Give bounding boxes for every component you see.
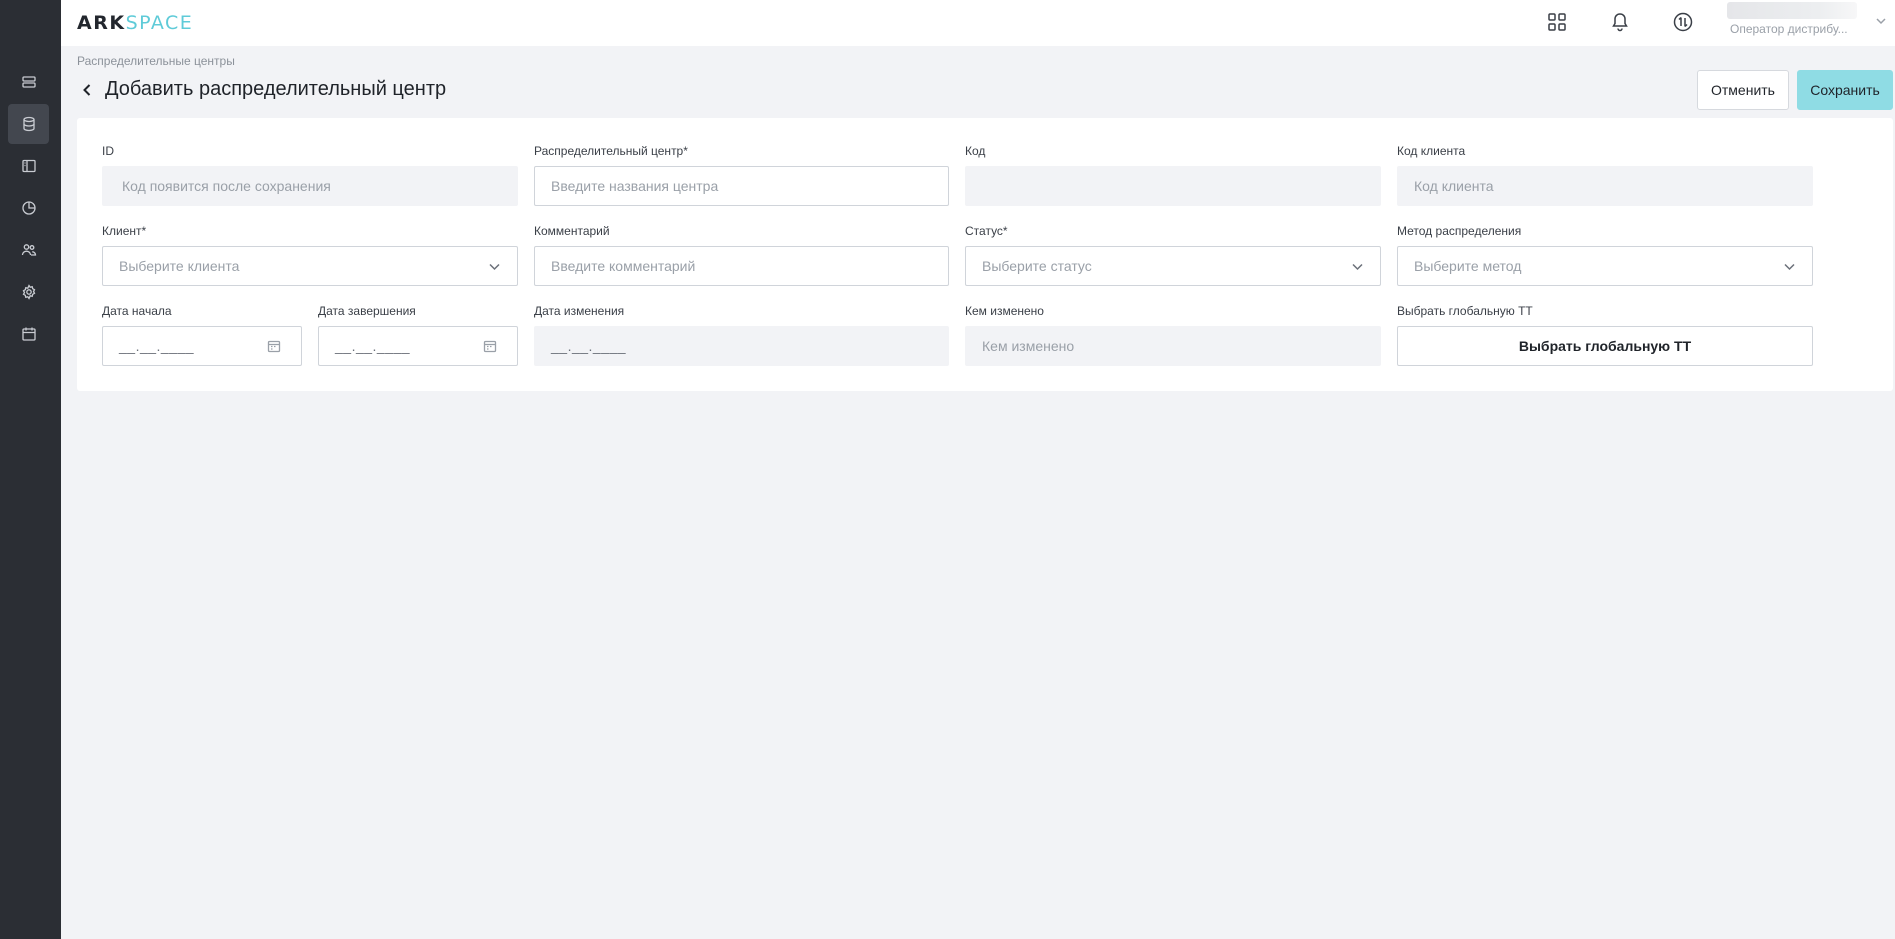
modified-by-field: Кем изменено [965,326,1381,366]
layout-icon [21,159,36,173]
save-button[interactable]: Сохранить [1797,70,1893,110]
modified-by-label: Кем изменено [965,304,1044,318]
apps-grid-icon [1548,13,1566,31]
notifications-button[interactable] [1608,10,1632,34]
code-label: Код [965,144,986,158]
app-logo[interactable]: ARKSPACE [77,12,193,34]
calendar-icon[interactable] [267,339,281,353]
user-menu-toggle[interactable] [1875,14,1887,32]
client-code-field: Код клиента [1397,166,1813,206]
calendar-icon[interactable] [483,339,497,353]
logo-space-text: SPACE [125,12,194,34]
database-icon [22,116,35,132]
sidebar-item-database[interactable] [8,104,49,144]
id-label: ID [102,144,114,158]
users-icon [21,244,36,256]
modified-date-mask: __.__.____ [551,338,627,354]
user-name [1727,2,1857,19]
bell-icon [1612,13,1628,32]
sidebar-item-settings[interactable] [8,272,49,312]
exchange-icon [1673,12,1693,32]
sidebar-item-list[interactable] [8,62,49,102]
status-select[interactable]: Выберите статус [965,246,1381,286]
center-name-input[interactable]: Введите названия центра [534,166,949,206]
client-code-label: Код клиента [1397,144,1466,158]
sidebar-item-users[interactable] [8,230,49,270]
global-tt-label: Выбрать глобальную ТТ [1397,304,1533,318]
status-placeholder: Выберите статус [982,258,1092,274]
calendar-icon [21,327,36,341]
chevron-down-icon [1876,18,1886,25]
modified-date-label: Дата изменения [534,304,625,318]
page-title: Добавить распределительный центр [105,78,447,100]
comment-input[interactable]: Введите комментарий [534,246,949,286]
select-global-tt-button[interactable]: Выбрать глобальную ТТ [1397,326,1813,366]
modified-date-field: __.__.____ [534,326,949,366]
back-button[interactable] [80,80,96,100]
exchange-button[interactable] [1671,10,1695,34]
cancel-button[interactable]: Отменить [1697,70,1789,110]
comment-label: Комментарий [534,224,610,238]
client-select[interactable]: Выберите клиента [102,246,518,286]
end-date-input[interactable]: __.__.____ [318,326,518,366]
client-label: Клиент* [102,224,147,238]
comment-placeholder: Введите комментарий [551,258,696,274]
client-placeholder: Выберите клиента [119,258,240,274]
end-date-label: Дата завершения [318,304,416,318]
start-date-input[interactable]: __.__.____ [102,326,302,366]
method-select[interactable]: Выберите метод [1397,246,1813,286]
center-label: Распределительный центр* [534,144,688,158]
user-role: Оператор дистрибу... [1730,22,1848,36]
logo-ark-text: ARK [77,12,126,34]
sidebar [0,0,61,939]
client-code-placeholder: Код клиента [1414,178,1494,194]
user-menu[interactable]: Оператор дистрибу... [1727,0,1895,46]
chevron-down-icon [1784,263,1795,271]
list-icon [21,76,36,88]
chevron-down-icon [489,263,500,271]
chevron-left-icon [83,84,91,96]
start-date-label: Дата начала [102,304,172,318]
status-label: Статус* [965,224,1008,238]
id-field: Код появится после сохранения [102,166,518,206]
top-bar: ARKSPACE Оператор дистрибу... [61,0,1895,46]
code-field [965,166,1381,206]
sidebar-item-layout[interactable] [8,146,49,186]
sidebar-item-reports[interactable] [8,188,49,228]
chevron-down-icon [1352,263,1363,271]
sidebar-item-calendar[interactable] [8,314,49,354]
method-label: Метод распределения [1397,224,1522,238]
chart-pie-icon [21,201,36,215]
form-card: ID Код появится после сохранения Распред… [77,118,1893,391]
method-placeholder: Выберите метод [1414,258,1522,274]
start-date-mask: __.__.____ [119,338,195,354]
end-date-mask: __.__.____ [335,338,411,354]
id-placeholder: Код появится после сохранения [122,178,331,194]
gear-icon [22,284,35,300]
center-name-placeholder: Введите названия центра [551,178,719,194]
modified-by-placeholder: Кем изменено [982,338,1075,354]
breadcrumb[interactable]: Распределительные центры [77,54,235,68]
apps-button[interactable] [1545,10,1569,34]
